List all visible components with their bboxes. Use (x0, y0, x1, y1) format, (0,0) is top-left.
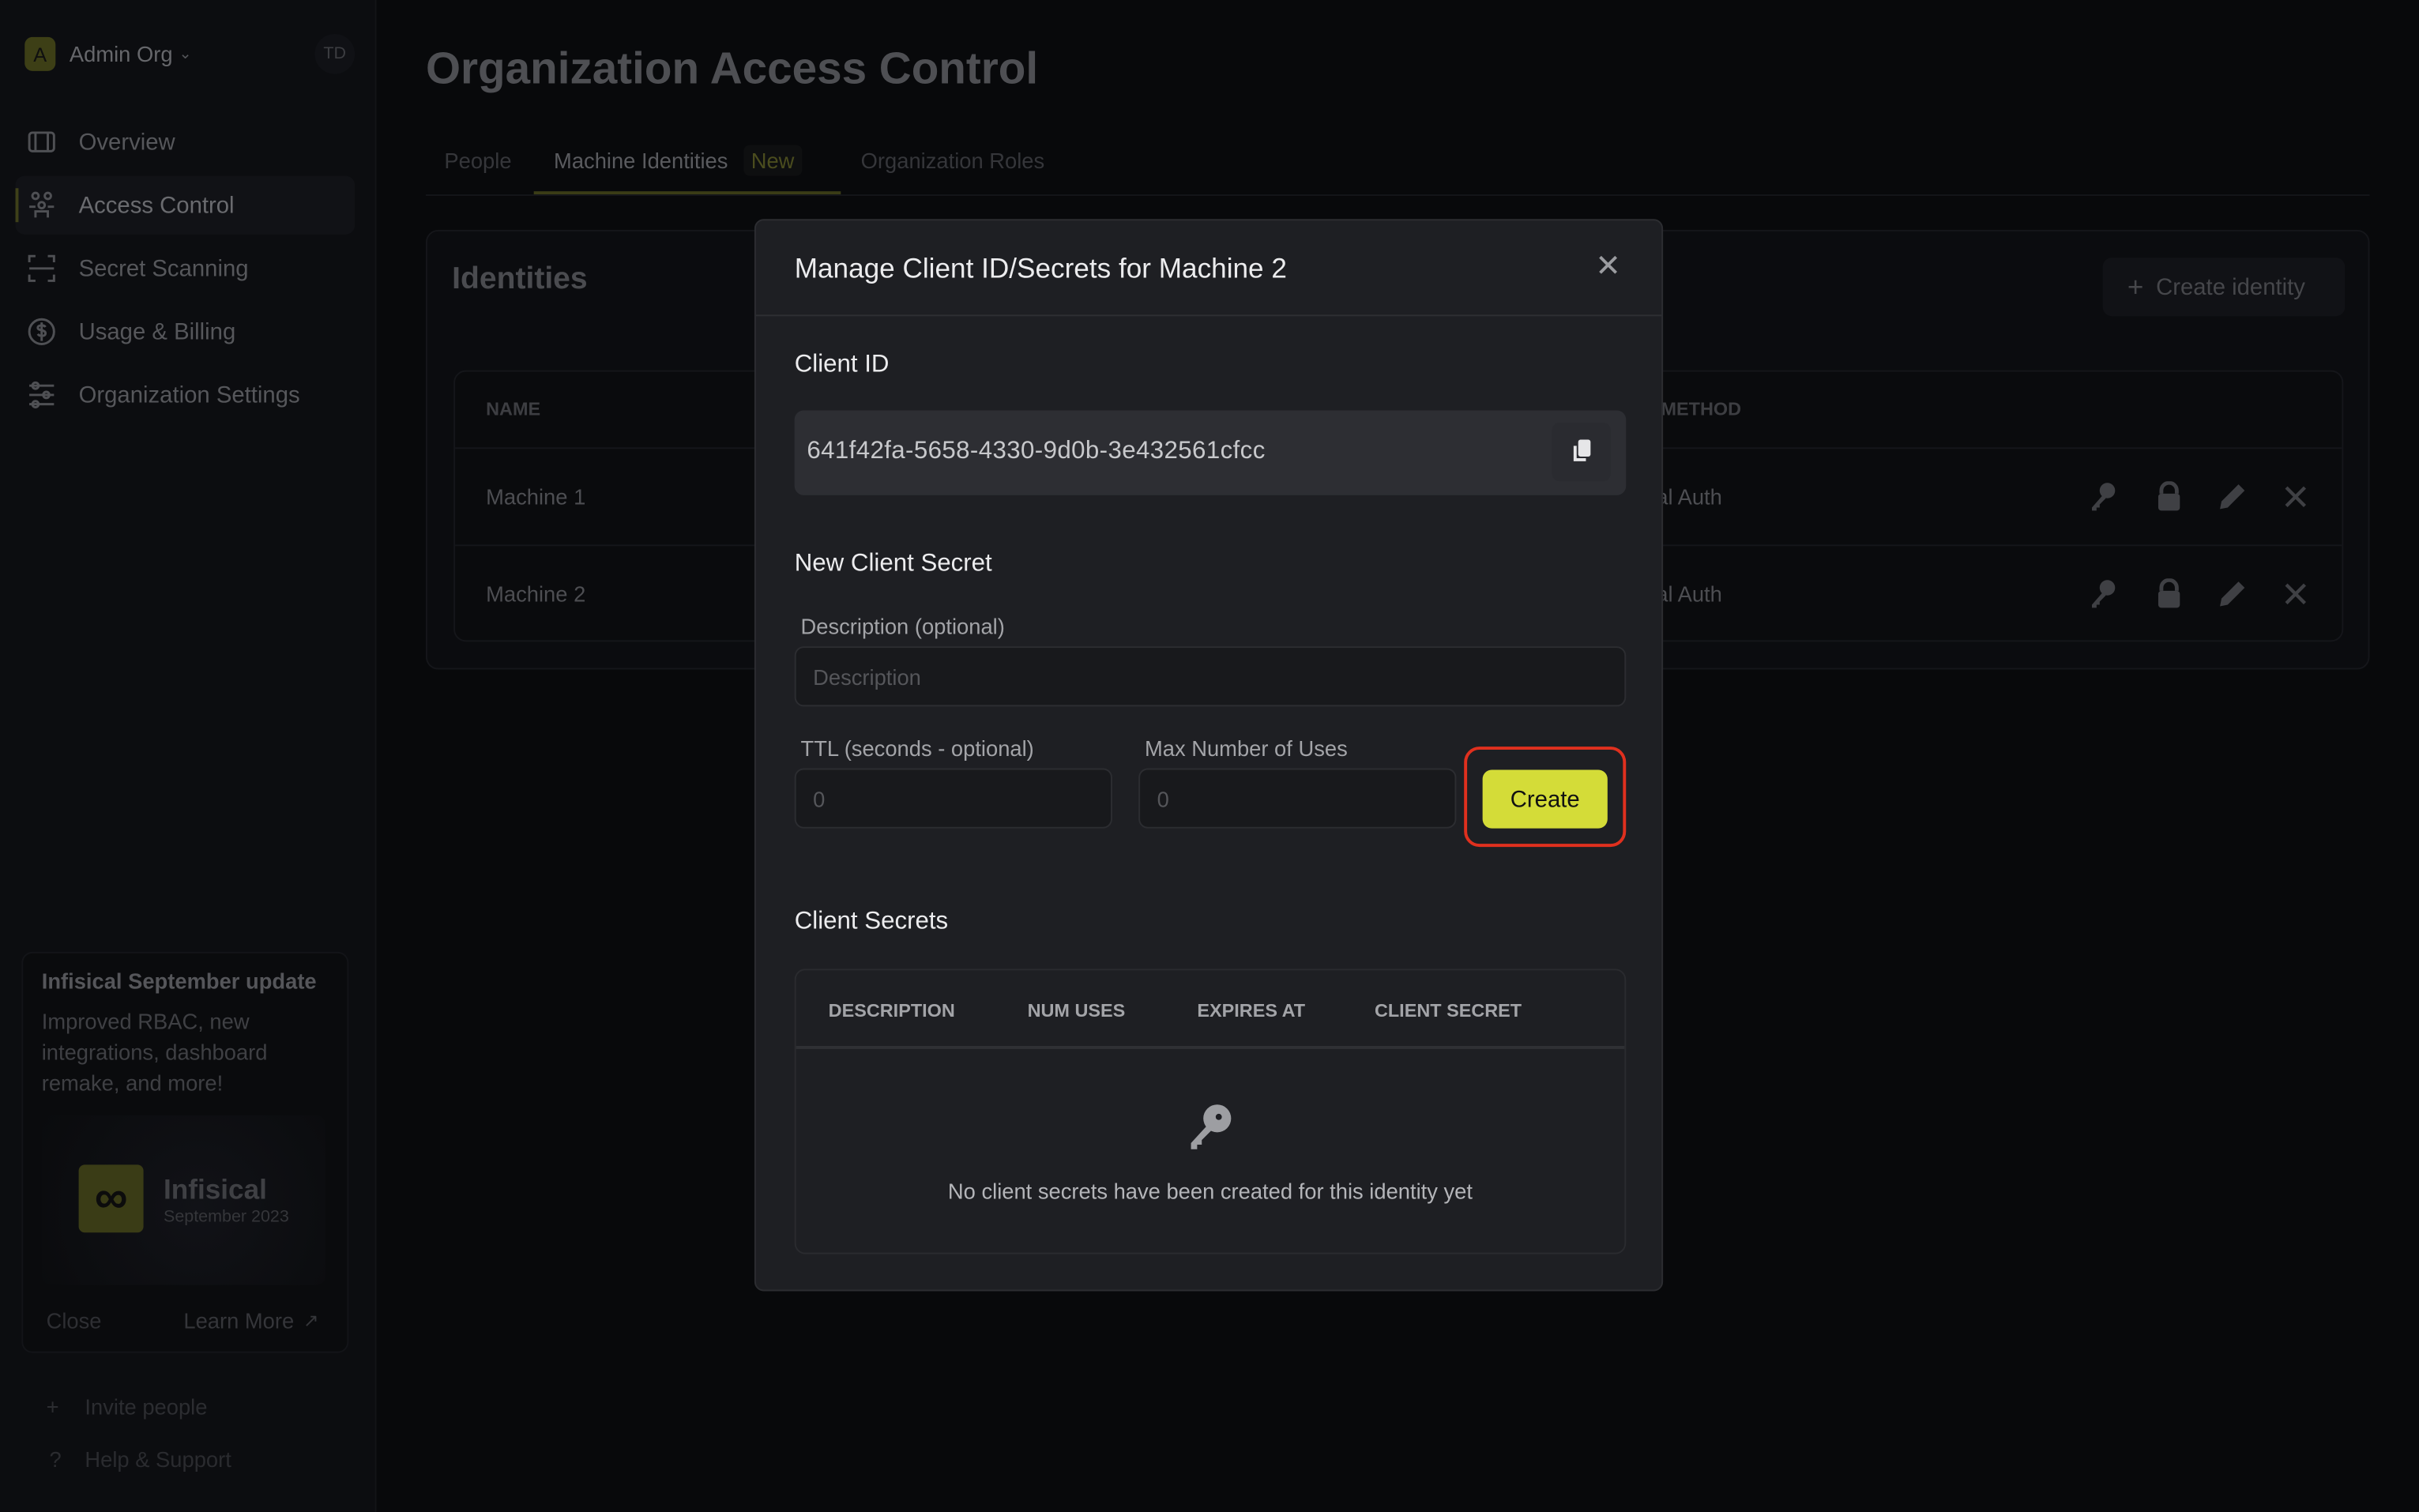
help-label: Help & Support (85, 1446, 231, 1472)
description-label: Description (optional) (800, 614, 1005, 639)
close-button[interactable] (2280, 578, 2311, 617)
sidebar-item-label: Organization Settings (78, 382, 300, 408)
identity-name: Machine 2 (486, 581, 586, 607)
sidebar-item-access-control[interactable]: Access Control (15, 175, 356, 235)
dollar-icon (28, 318, 55, 345)
key-icon (1191, 1104, 1232, 1149)
column-header-client-secret: CLIENT SECRET (1374, 999, 1522, 1021)
user-avatar[interactable]: TD (314, 33, 356, 74)
column-header-num-uses: NUM USES (1027, 999, 1126, 1021)
empty-state-message: No client secrets have been created for … (947, 1178, 1473, 1204)
sliders-icon (29, 381, 55, 409)
identity-name: Machine 1 (486, 484, 586, 510)
manage-client-secrets-modal: Manage Client ID/Secrets for Machine 2 ✕… (754, 219, 1664, 1292)
identities-heading: Identities (452, 261, 588, 296)
table-header-divider (796, 1045, 1625, 1049)
close-update-button[interactable]: Close (47, 1308, 102, 1333)
client-id-value: 641f42fa-5658-4330-9d0b-3e432561cfcc (807, 438, 1266, 465)
max-uses-input[interactable]: 0 (1138, 768, 1457, 829)
sidebar-item-label: Access Control (78, 192, 235, 219)
key-button[interactable] (2089, 578, 2120, 617)
lock-button[interactable] (2154, 577, 2184, 617)
client-id-field: 641f42fa-5658-4330-9d0b-3e432561cfcc (794, 410, 1627, 495)
help-support-button[interactable]: ? Help & Support (49, 1447, 231, 1472)
scan-icon (28, 254, 55, 282)
invite-people-button[interactable]: + Invite people (47, 1394, 208, 1419)
tab-label: Machine Identities (554, 148, 728, 173)
update-body: Improved RBAC, new integrations, dashboa… (41, 1009, 268, 1096)
column-header-name: NAME (486, 397, 541, 420)
close-button[interactable] (2280, 481, 2311, 520)
org-avatar: A (24, 36, 56, 71)
close-icon[interactable]: ✕ (1595, 246, 1621, 285)
lock-button[interactable] (2154, 480, 2184, 520)
pencil-button[interactable] (2217, 481, 2248, 520)
client-secrets-heading: Client Secrets (794, 908, 949, 935)
update-image-title: Infisical (163, 1174, 267, 1205)
column-header-description: DESCRIPTION (828, 999, 955, 1021)
copy-button[interactable] (1552, 423, 1611, 482)
tab-organization-roles[interactable]: Organization Roles (861, 148, 1045, 172)
pencil-icon (2220, 581, 2245, 607)
key-icon (2091, 580, 2116, 608)
infisical-logo: ∞ (78, 1164, 144, 1233)
close-icon (2285, 583, 2307, 605)
key-button[interactable] (2089, 481, 2120, 520)
create-identity-button[interactable]: + Create identity (2102, 258, 2346, 317)
sidebar-item-label: Overview (78, 129, 175, 156)
sidebar: A Admin Org ⌄ TD Overview Access Control… (0, 0, 377, 1512)
max-uses-label: Max Number of Uses (1144, 735, 1348, 761)
plus-icon: + (2127, 270, 2144, 302)
sidebar-item-secret-scanning[interactable]: Secret Scanning (16, 239, 356, 298)
close-icon (2285, 486, 2307, 508)
new-secret-heading: New Client Secret (794, 551, 992, 577)
org-switcher[interactable]: A Admin Org ⌄ (24, 36, 192, 71)
page-title: Organization Access Control (425, 44, 1039, 95)
external-link-icon: ↗ (303, 1309, 319, 1332)
learn-more-label: Learn More (183, 1307, 295, 1333)
sidebar-item-label: Usage & Billing (78, 318, 236, 345)
copy-icon (1573, 439, 1591, 461)
column-header-expires-at: EXPIRES AT (1197, 999, 1306, 1021)
plus-icon: + (46, 1394, 59, 1420)
update-image-subtitle: September 2023 (163, 1208, 289, 1227)
key-icon (2091, 483, 2116, 511)
lock-icon (2158, 480, 2180, 511)
org-name: Admin Org (69, 41, 173, 66)
sidebar-item-overview[interactable]: Overview (16, 113, 356, 171)
modal-divider (755, 314, 1662, 317)
sidebar-item-usage-billing[interactable]: Usage & Billing (16, 303, 356, 361)
create-secret-button[interactable]: Create (1482, 769, 1608, 829)
sidebar-item-organization-settings[interactable]: Organization Settings (16, 366, 356, 424)
description-input[interactable]: Description (794, 646, 1627, 707)
update-card: Infisical September update Improved RBAC… (21, 951, 349, 1353)
client-id-label: Client ID (794, 352, 890, 378)
sidebar-item-label: Secret Scanning (78, 255, 249, 282)
create-identity-label: Create identity (2156, 273, 2305, 300)
new-badge: New (743, 145, 803, 176)
overview-icon (28, 131, 55, 152)
modal-title: Manage Client ID/Secrets for Machine 2 (794, 253, 1287, 284)
users-icon (29, 191, 55, 218)
lock-icon (2158, 577, 2180, 608)
ttl-input[interactable]: 0 (794, 768, 1112, 829)
pencil-button[interactable] (2217, 578, 2248, 617)
update-image[interactable]: ∞ Infisical September 2023 (41, 1115, 326, 1285)
pencil-icon (2220, 484, 2245, 510)
tab-people[interactable]: People (444, 148, 511, 172)
ttl-label: TTL (seconds - optional) (800, 735, 1034, 761)
chevron-down-icon: ⌄ (179, 45, 192, 63)
tab-machine-identities[interactable]: Machine Identities New (533, 145, 841, 195)
user-initials: TD (323, 44, 347, 64)
question-icon: ? (49, 1446, 62, 1472)
tab-divider (425, 194, 2370, 197)
invite-label: Invite people (85, 1394, 208, 1420)
update-title: Infisical September update (41, 969, 317, 994)
learn-more-link[interactable]: Learn More ↗ (183, 1308, 318, 1333)
